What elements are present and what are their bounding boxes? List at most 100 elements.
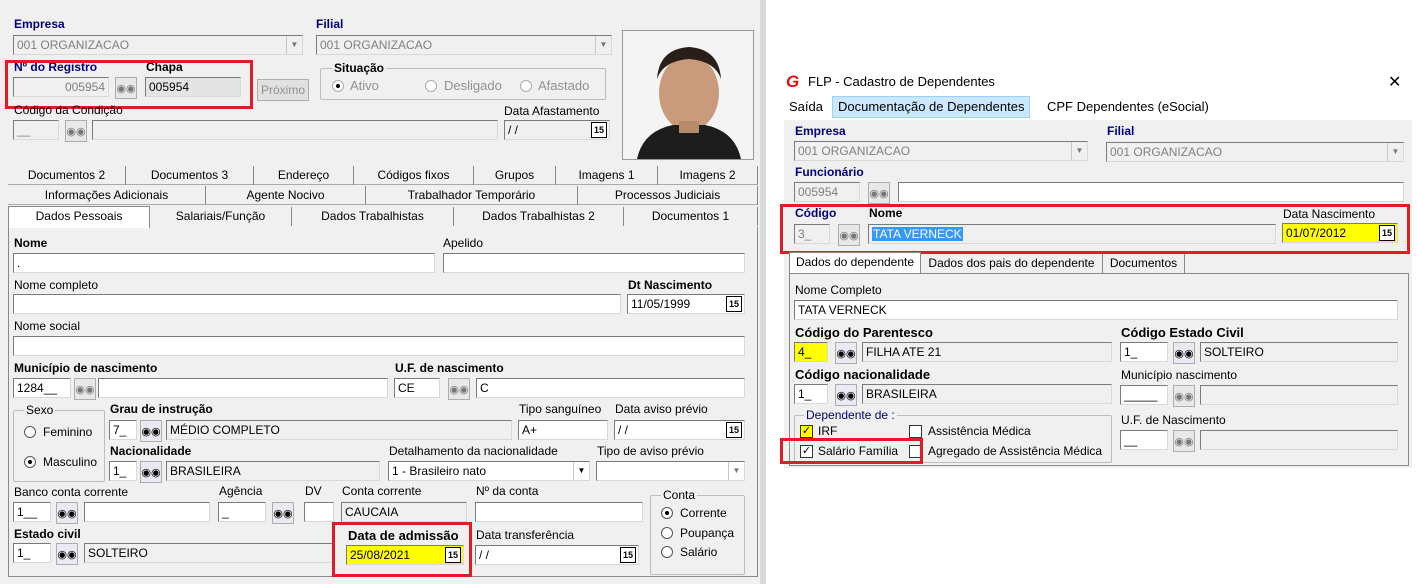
chevron-down-icon[interactable]: ▼ (1387, 143, 1403, 161)
transferencia-field[interactable]: / / 15 (475, 545, 639, 565)
r-tab-documentos[interactable]: Documentos (1103, 254, 1185, 273)
aviso-previo-field[interactable]: / / 15 (614, 420, 745, 440)
chapa-field[interactable]: 005954 (145, 77, 241, 97)
radio-corrente[interactable] (661, 507, 673, 519)
tab-documentos-2[interactable]: Documentos 2 (8, 166, 126, 185)
binoculars-icon[interactable]: ◉◉ (1173, 385, 1195, 407)
calendar-icon[interactable]: 15 (445, 547, 461, 563)
r-nome-field[interactable]: TATA VERNECK (868, 224, 1276, 244)
tab-dados-pessoais[interactable]: Dados Pessoais (8, 206, 150, 228)
calendar-icon[interactable]: 15 (1379, 225, 1395, 241)
nome-field[interactable]: . (13, 253, 435, 273)
binoculars-icon[interactable]: ◉◉ (838, 224, 860, 246)
menu-cpf-dependentes[interactable]: CPF Dependentes (eSocial) (1042, 96, 1214, 118)
detalhamento-nac-combo[interactable]: 1 - Brasileiro nato ▼ (388, 461, 590, 481)
proximo-button[interactable]: Próximo (257, 79, 309, 101)
dv-field[interactable] (304, 502, 334, 522)
binoculars-icon[interactable]: ◉◉ (835, 384, 857, 406)
radio-ativo[interactable] (332, 80, 344, 92)
radio-afastado[interactable] (520, 80, 532, 92)
calendar-icon[interactable]: 15 (726, 422, 742, 438)
binoculars-icon[interactable]: ◉◉ (74, 378, 96, 400)
tab-documentos-1[interactable]: Documentos 1 (624, 207, 758, 226)
tab-grupos[interactable]: Grupos (474, 166, 556, 185)
binoculars-icon[interactable]: ◉◉ (56, 502, 78, 524)
nome-social-field[interactable] (13, 336, 745, 356)
registro-field[interactable]: 005954 (13, 77, 109, 97)
nome-completo-field[interactable] (13, 294, 621, 314)
binoculars-icon[interactable]: ◉◉ (272, 502, 294, 524)
binoculars-icon[interactable]: ◉◉ (140, 420, 162, 442)
calendar-icon[interactable]: 15 (591, 122, 607, 138)
chevron-down-icon[interactable]: ▼ (573, 462, 589, 480)
binoculars-icon[interactable]: ◉◉ (115, 77, 137, 99)
tab-codigos-fixos[interactable]: Códigos fixos (354, 166, 474, 185)
estado-civil-code[interactable]: 1_ (13, 543, 51, 563)
r-empresa-combo[interactable]: 001 ORGANIZACAO ▼ (794, 141, 1088, 161)
tipo-sanguineo-field[interactable]: A+ (518, 420, 608, 440)
r-filial-combo[interactable]: 001 ORGANIZACAO ▼ (1106, 142, 1404, 162)
filial-combo[interactable]: 001 ORGANIZACAO ▼ (316, 35, 612, 55)
menu-documentacao[interactable]: Documentação de Dependentes (832, 96, 1031, 118)
grau-instrucao-code[interactable]: 7_ (109, 420, 137, 440)
assistencia-checkbox[interactable] (909, 425, 922, 438)
apelido-field[interactable] (443, 253, 745, 273)
afastamento-field[interactable]: / / 15 (504, 120, 610, 140)
binoculars-icon[interactable]: ◉◉ (1173, 342, 1195, 364)
tab-endereco[interactable]: Endereço (254, 166, 354, 185)
radio-masculino[interactable] (24, 456, 36, 468)
tab-trabalhador-temporario[interactable]: Trabalhador Temporário (366, 186, 578, 205)
binoculars-icon[interactable]: ◉◉ (448, 378, 470, 400)
close-icon[interactable]: ✕ (1388, 72, 1401, 92)
parentesco-code[interactable]: 4_ (794, 342, 828, 362)
binoculars-icon[interactable]: ◉◉ (1173, 430, 1195, 452)
vertical-scrollbar[interactable] (760, 0, 766, 584)
chevron-down-icon[interactable]: ▼ (595, 36, 611, 54)
tab-agente-nocivo[interactable]: Agente Nocivo (206, 186, 366, 205)
binoculars-icon[interactable]: ◉◉ (65, 120, 87, 142)
radio-salario[interactable] (661, 546, 673, 558)
tab-imagens-1[interactable]: Imagens 1 (556, 166, 658, 185)
agregado-checkbox[interactable] (909, 445, 922, 458)
num-conta-field[interactable] (475, 502, 643, 522)
irf-checkbox[interactable]: ✓ (800, 425, 813, 438)
municipio-nasc-code[interactable]: 1284__ (13, 378, 71, 398)
r-municipio-code[interactable]: _____ (1120, 385, 1168, 405)
chevron-down-icon[interactable]: ▼ (1071, 142, 1087, 160)
admissao-field[interactable]: 25/08/2021 15 (346, 545, 464, 565)
agencia-code[interactable]: _ (218, 502, 266, 522)
tab-salariais-funcao[interactable]: Salariais/Função (150, 207, 292, 226)
codigo-field[interactable]: 3_ (794, 224, 830, 244)
nacionalidade-code[interactable]: 1_ (109, 461, 137, 481)
data-nasc-field[interactable]: 01/07/2012 15 (1282, 223, 1398, 243)
tab-informacoes-adicionais[interactable]: Informações Adicionais (8, 186, 206, 205)
radio-poupanca[interactable] (661, 527, 673, 539)
binoculars-icon[interactable]: ◉◉ (140, 461, 162, 483)
est-civil-code[interactable]: 1_ (1120, 342, 1168, 362)
chevron-down-icon[interactable]: ▼ (728, 462, 744, 480)
empresa-combo[interactable]: 001 ORGANIZACAO ▼ (13, 35, 303, 55)
r-tab-dados-pais[interactable]: Dados dos pais do dependente (921, 254, 1103, 273)
tab-imagens-2[interactable]: Imagens 2 (658, 166, 758, 185)
binoculars-icon[interactable]: ◉◉ (835, 342, 857, 364)
tab-processos-judiciais[interactable]: Processos Judiciais (578, 186, 758, 205)
tab-dados-trabalhistas-2[interactable]: Dados Trabalhistas 2 (454, 207, 624, 226)
condicao-code[interactable]: __ (13, 120, 59, 140)
tab-dados-trabalhistas[interactable]: Dados Trabalhistas (292, 207, 454, 226)
r-tab-dados-dependente[interactable]: Dados do dependente (789, 252, 921, 274)
dt-nascimento-field[interactable]: 11/05/1999 15 (627, 294, 745, 314)
salario-familia-checkbox[interactable]: ✓ (800, 445, 813, 458)
funcionario-code[interactable]: 005954 (794, 182, 860, 202)
r-nome-completo-field[interactable]: TATA VERNECK (794, 300, 1398, 320)
tab-documentos-3[interactable]: Documentos 3 (126, 166, 254, 185)
uf-nasc-code[interactable]: CE (394, 378, 440, 398)
calendar-icon[interactable]: 15 (620, 547, 636, 563)
tipo-aviso-combo[interactable]: ▼ (596, 461, 745, 481)
chevron-down-icon[interactable]: ▼ (286, 36, 302, 54)
r-uf-code[interactable]: __ (1120, 430, 1168, 450)
binoculars-icon[interactable]: ◉◉ (56, 543, 78, 565)
binoculars-icon[interactable]: ◉◉ (868, 182, 890, 204)
menu-saida[interactable]: Saída (784, 96, 828, 118)
calendar-icon[interactable]: 15 (726, 296, 742, 312)
radio-feminino[interactable] (24, 426, 36, 438)
